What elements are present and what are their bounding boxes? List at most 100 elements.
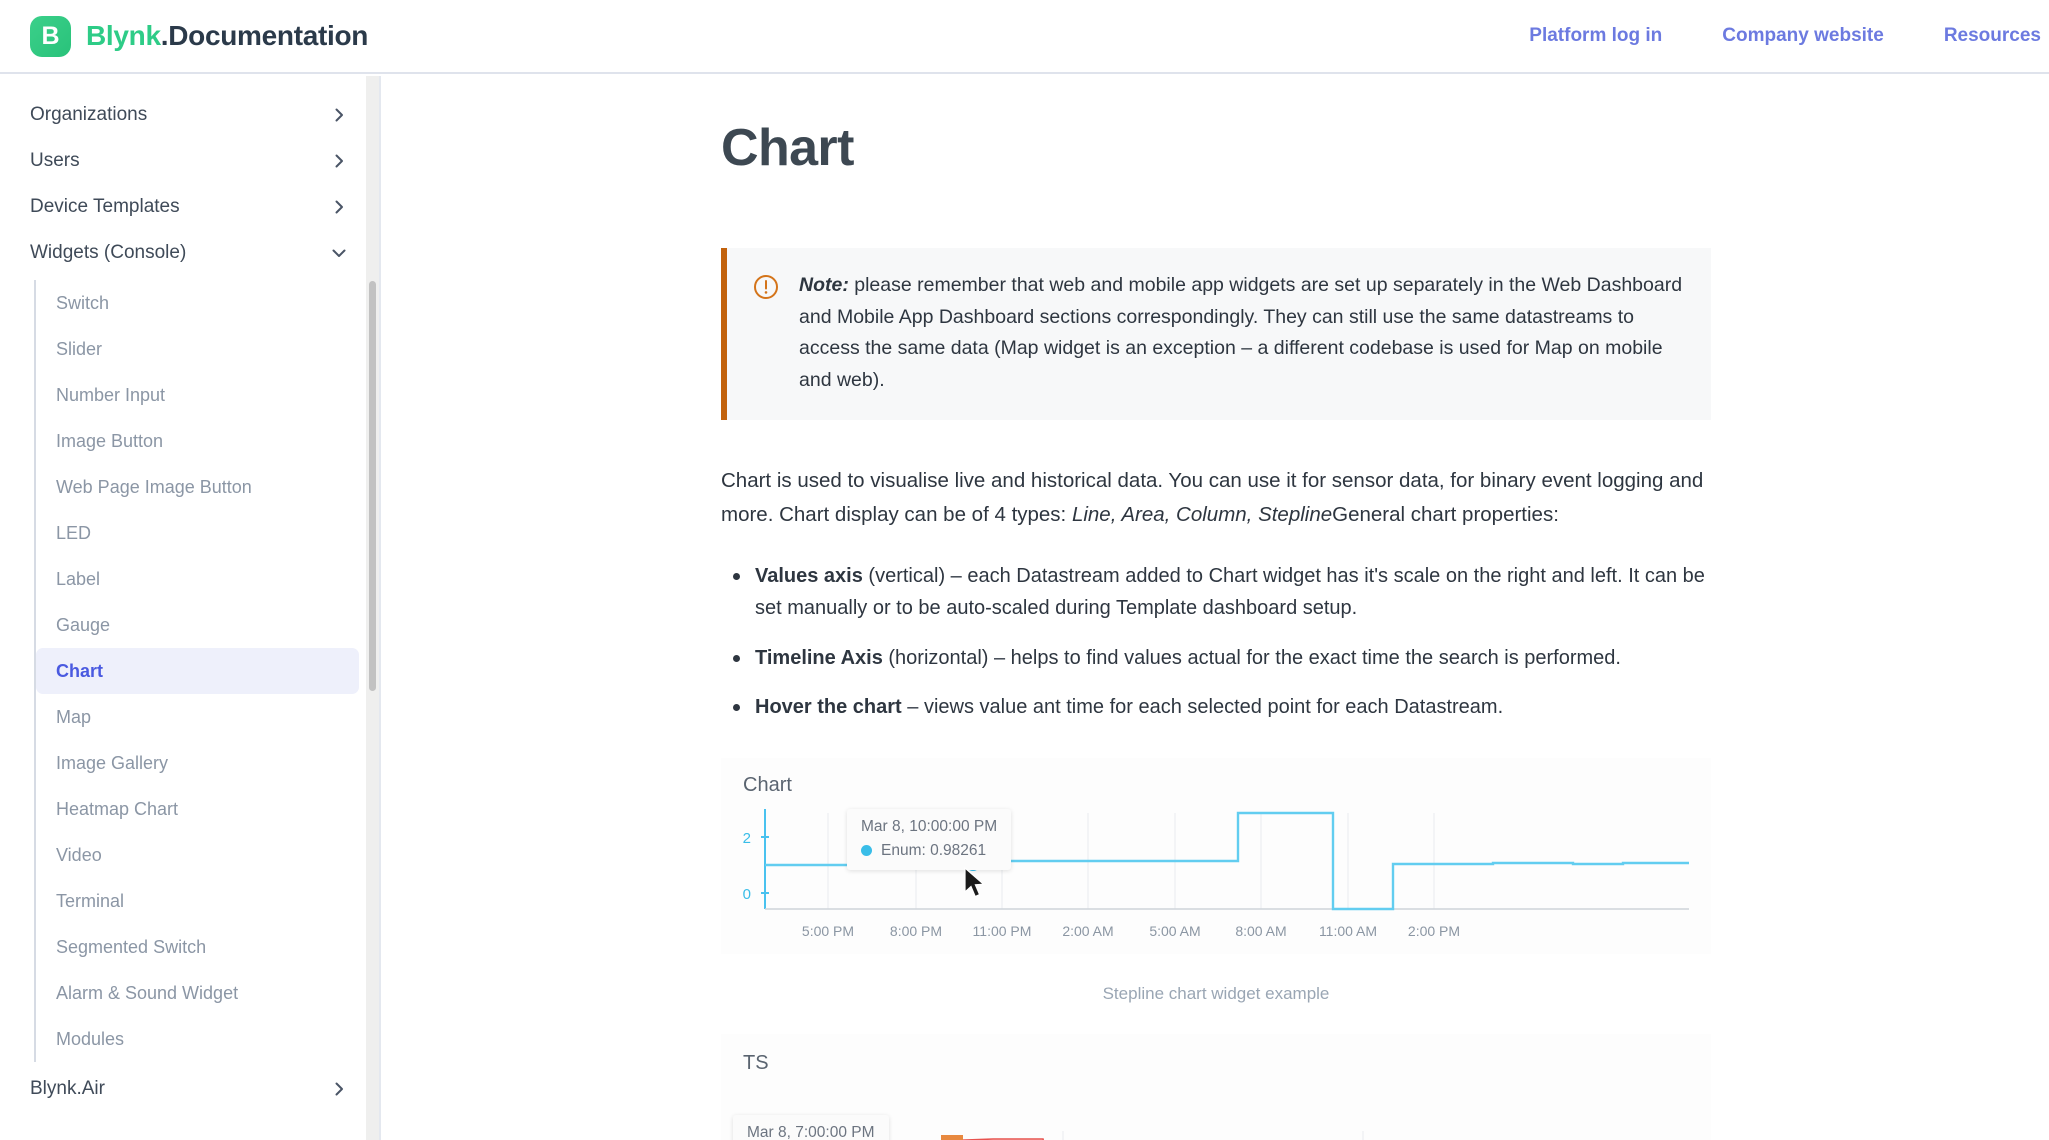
sidebar-item-label: Number Input	[56, 384, 166, 405]
sidebar-item-heatmap-chart[interactable]: Heatmap Chart	[36, 786, 359, 832]
sidebar-item-label: Terminal	[56, 890, 125, 911]
intro-paragraph: Chart is used to visualise live and hist…	[721, 464, 1711, 532]
sidebar-item-modules[interactable]: Modules	[36, 1016, 359, 1062]
sidebar-item-label: Slider	[56, 338, 103, 359]
xtick-label: 8:00 AM	[1235, 923, 1286, 939]
note-text: Note: please remember that web and mobil…	[799, 270, 1685, 396]
main-content: Chart Note: please remember that web and…	[383, 76, 2049, 1140]
tooltip-series-row: Enum: 0.98261	[861, 842, 997, 860]
sidebar-item-switch[interactable]: Switch	[36, 280, 359, 326]
chart-tooltip: Mar 8, 10:00:00 PM Enum: 0.98261	[847, 808, 1012, 870]
ts-chart-title: TS	[743, 1051, 769, 1074]
brand-title: Blynk.Documentation	[86, 20, 368, 52]
sidebar-item-chart[interactable]: Chart	[36, 648, 359, 694]
brand-name-secondary: Documentation	[168, 20, 369, 51]
xtick-label: 5:00 AM	[1149, 923, 1200, 939]
bullet-desc: (horizontal) – helps to find values actu…	[882, 646, 1621, 669]
sidebar-item-web-page-image-button[interactable]: Web Page Image Button	[36, 464, 359, 510]
sidebar-item-slider[interactable]: Slider	[36, 326, 359, 372]
chevron-right-icon	[335, 1082, 343, 1096]
sidebar-item-organizations[interactable]: Organizations	[0, 92, 379, 138]
sidebar-item-label: Switch	[56, 292, 110, 313]
sidebar-item-label: Video	[56, 844, 102, 865]
sidebar-sublist-widgets: Switch Slider Number Input Image Button …	[34, 280, 379, 1062]
intro-part2: General chart properties:	[1332, 503, 1559, 527]
intro-chart-types: Line, Area, Column, Stepline	[1071, 503, 1333, 527]
sidebar-item-label: Image Button	[56, 430, 164, 451]
chart-widget-card: Chart 2 0 5:00 PM 8:00 PM 11:00 PM 2:00 …	[721, 757, 1711, 954]
sidebar-item-video[interactable]: Video	[36, 832, 359, 878]
sidebar-item-alarm-sound-widget[interactable]: Alarm & Sound Widget	[36, 970, 359, 1016]
list-item: Hover the chart – views value ant time f…	[727, 691, 1711, 723]
chevron-right-icon	[335, 200, 343, 214]
sidebar-item-label: Widgets (Console)	[30, 242, 187, 263]
sidebar-item-label: Users	[30, 150, 80, 171]
note-rest: please remember that web and mobile app …	[799, 274, 1683, 391]
sidebar-item-image-button[interactable]: Image Button	[36, 418, 359, 464]
xtick-label: 2:00 AM	[1062, 923, 1113, 939]
sidebar-item-label: LED	[56, 522, 92, 543]
sidebar-item-map[interactable]: Map	[36, 694, 359, 740]
sidebar-scrollbar-thumb[interactable]	[369, 281, 376, 691]
chevron-right-icon	[335, 108, 343, 122]
nav-link-platform-login[interactable]: Platform log in	[1529, 25, 1662, 47]
sidebar-item-label: Image Gallery	[56, 752, 169, 773]
sidebar-item-label: Chart	[56, 660, 104, 681]
xtick-label: 5:00 PM	[802, 923, 854, 939]
ytick-2: 2	[743, 830, 751, 847]
xtick-label: 11:00 PM	[973, 923, 1032, 939]
sidebar-item-segmented-switch[interactable]: Segmented Switch	[36, 924, 359, 970]
figure-caption: Stepline chart widget example	[1102, 983, 1330, 1003]
logo-letter: B	[41, 21, 60, 50]
sidebar-item-label: Label	[56, 568, 101, 589]
nav-link-resources[interactable]: Resources	[1944, 25, 2041, 47]
blynk-logo-icon: B	[30, 15, 71, 57]
xtick-label: 8:00 PM	[890, 923, 942, 939]
sidebar-item-label: Organizations	[30, 104, 148, 125]
sidebar-item-label: Blynk.Air	[30, 1078, 105, 1099]
sidebar-item-label: Device Templates	[30, 196, 180, 217]
sidebar-item-blynk-air[interactable]: Blynk.Air	[0, 1066, 379, 1112]
sidebar-item-label: Heatmap Chart	[56, 798, 179, 819]
sidebar-item-label: Web Page Image Button	[56, 476, 252, 497]
chart-widget-title: Chart	[743, 773, 792, 796]
bullet-term: Timeline Axis	[755, 646, 883, 669]
bullet-term: Hover the chart	[755, 696, 902, 719]
page-root: B Blynk.Documentation Platform log in Co…	[0, 0, 2049, 1140]
header-nav: Platform log in Company website Resource…	[1529, 25, 2049, 47]
nav-link-company-website[interactable]: Company website	[1722, 25, 1884, 47]
sidebar: Organizations Users Device Templates Wid…	[0, 76, 381, 1140]
list-item: Values axis (vertical) – each Datastream…	[727, 560, 1711, 625]
sidebar-item-label: Modules	[56, 1028, 125, 1049]
sidebar-item-number-input[interactable]: Number Input	[36, 372, 359, 418]
chevron-right-icon	[335, 154, 343, 168]
sidebar-item-label: Segmented Switch	[56, 936, 207, 957]
sidebar-item-label: Alarm & Sound Widget	[56, 982, 239, 1003]
stepline-chart-figure: Chart 2 0 5:00 PM 8:00 PM 11:00 PM 2:00 …	[721, 757, 1711, 1004]
sidebar-item-led[interactable]: LED	[36, 510, 359, 556]
xtick-label: 11:00 AM	[1319, 923, 1377, 939]
sidebar-item-label: Gauge	[56, 614, 111, 635]
sidebar-item-image-gallery[interactable]: Image Gallery	[36, 740, 359, 786]
xtick-label: 2:00 PM	[1408, 923, 1460, 939]
bullet-term: Values axis	[755, 564, 863, 587]
note-lead: Note:	[799, 274, 849, 296]
sidebar-item-terminal[interactable]: Terminal	[36, 878, 359, 924]
bullet-desc: – views value ant time for each selected…	[901, 696, 1504, 719]
sidebar-item-widgets-console[interactable]: Widgets (Console)	[0, 230, 379, 276]
tooltip-series-dot-icon	[861, 845, 872, 856]
sidebar-item-label: Map	[56, 706, 92, 727]
note-callout: Note: please remember that web and mobil…	[721, 248, 1711, 421]
chevron-down-icon	[332, 249, 346, 257]
page-title: Chart	[721, 119, 854, 177]
sidebar-item-gauge[interactable]: Gauge	[36, 602, 359, 648]
sidebar-item-device-templates[interactable]: Device Templates	[0, 184, 379, 230]
brand-name-primary: Blynk	[86, 20, 161, 51]
brand[interactable]: B Blynk.Documentation	[30, 15, 368, 57]
sidebar-item-users[interactable]: Users	[0, 138, 379, 184]
exclamation-circle-icon	[753, 274, 779, 396]
ts-highlight-block	[941, 1134, 963, 1140]
doc-article: Chart Note: please remember that web and…	[721, 76, 1711, 1140]
ts-chart-tooltip: Mar 8, 7:00:00 PM	[733, 1114, 889, 1140]
sidebar-item-label-widget[interactable]: Label	[36, 556, 359, 602]
